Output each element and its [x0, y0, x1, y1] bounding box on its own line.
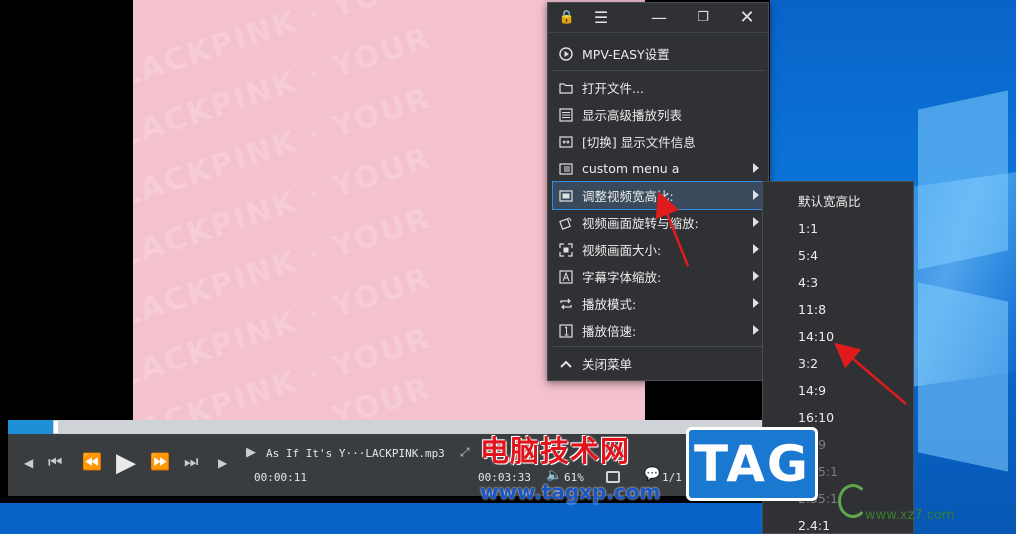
file-title: As If It's Y···LACKPINK.mp3	[266, 447, 445, 460]
maximize-icon[interactable]: ❐	[690, 7, 716, 29]
fullscreen-icon[interactable]: ⤢	[460, 445, 470, 460]
speed-icon	[558, 323, 574, 338]
menu-item-aspect-ratio[interactable]: 调整视频宽高比:	[552, 181, 766, 210]
menu-item-video-size[interactable]: 视频画面大小:	[553, 236, 765, 263]
submenu-item-ratio[interactable]: 4:3	[763, 269, 913, 296]
windows-logo-pane	[918, 282, 1008, 472]
rotate-icon	[558, 216, 574, 230]
menu-item-label: 关闭菜单	[582, 357, 633, 372]
submenu-arrow-icon	[753, 271, 759, 281]
menu-item-playback-speed[interactable]: 播放倍速:	[553, 317, 765, 344]
submenu-arrow-icon	[753, 190, 759, 200]
menu-item-subtitle-scale[interactable]: 字幕字体缩放:	[553, 263, 765, 290]
submenu-arrow-icon	[753, 244, 759, 254]
menu-divider	[553, 346, 765, 347]
skip-forward-icon[interactable]: ⏭	[184, 452, 198, 472]
hamburger-menu-icon[interactable]: ☰	[588, 7, 614, 29]
desktop-bottom-strip	[0, 503, 770, 534]
submenu-item-ratio[interactable]: 1:1	[763, 215, 913, 242]
submenu-item-ratio-14-10[interactable]: 14:10	[763, 323, 913, 350]
folder-icon	[558, 81, 574, 95]
menu-item-label: [切换] 显示文件信息	[582, 135, 696, 150]
mpv-easy-menu: 🔒 ☰ — ❐ ✕ MPV-EASY设置 打开文件... 显示高级播放列表 [切…	[547, 2, 769, 381]
seek-progress	[8, 420, 54, 434]
site-watermark-title: 电脑技术网	[480, 434, 631, 468]
menu-item-advanced-playlist[interactable]: 显示高级播放列表	[553, 101, 765, 128]
corner-logo-icon	[838, 484, 868, 518]
chevron-up-icon	[558, 357, 574, 371]
fast-forward-icon[interactable]: ⏩	[150, 452, 170, 471]
menu-item-label: 字幕字体缩放:	[582, 270, 662, 285]
play-icon[interactable]: ▶	[116, 448, 136, 478]
prev-chapter-icon[interactable]: ◀	[24, 456, 33, 470]
menu-item-label: 调整视频宽高比:	[582, 189, 674, 204]
aspect-ratio-icon	[558, 189, 574, 203]
windows-logo-pane	[918, 90, 1008, 270]
resize-icon	[558, 242, 574, 257]
menu-item-label: custom menu a	[582, 161, 680, 176]
menu-item-label: 视频画面旋转与缩放:	[582, 216, 699, 231]
info-toggle-icon	[558, 135, 574, 149]
submenu-item-ratio[interactable]: 14:9	[763, 377, 913, 404]
menu-item-custom-menu[interactable]: custom menu a	[553, 155, 765, 182]
site-watermark: 电脑技术网 www.tagxp.com	[476, 428, 686, 506]
site-watermark-url: www.tagxp.com	[480, 480, 661, 504]
minimize-icon[interactable]: —	[646, 7, 672, 29]
rewind-icon[interactable]: ⏪	[82, 452, 102, 471]
media-type-icon: ▶	[246, 445, 256, 460]
next-chapter-icon[interactable]: ▶	[218, 456, 227, 470]
lock-icon[interactable]: 🔒	[554, 7, 580, 29]
menu-item-label: 打开文件...	[582, 81, 644, 96]
submenu-item-ratio[interactable]: 11:8	[763, 296, 913, 323]
submenu-arrow-icon	[753, 298, 759, 308]
menu-item-label: 显示高级播放列表	[582, 108, 683, 123]
menu-item-label: 播放倍速:	[582, 324, 637, 339]
submenu-item-ratio[interactable]: 5:4	[763, 242, 913, 269]
submenu-arrow-icon	[753, 325, 759, 335]
menu-item-open-file[interactable]: 打开文件...	[553, 74, 765, 101]
submenu-arrow-icon	[753, 217, 759, 227]
menu-titlebar: 🔒 ☰ — ❐ ✕	[548, 3, 768, 33]
custom-menu-icon	[558, 162, 574, 176]
menu-item-close-menu[interactable]: 关闭菜单	[553, 350, 765, 377]
submenu-item-ratio[interactable]: 3:2	[763, 350, 913, 377]
close-icon[interactable]: ✕	[734, 7, 760, 29]
tag-logo: TAG	[686, 427, 818, 501]
menu-item-label: 播放模式:	[582, 297, 637, 312]
list-icon	[558, 107, 574, 122]
repeat-icon	[558, 297, 574, 311]
settings-play-icon	[558, 46, 574, 61]
menu-divider	[553, 70, 765, 71]
menu-item-play-mode[interactable]: 播放模式:	[553, 290, 765, 317]
menu-item-label: 视频画面大小:	[582, 243, 662, 258]
font-scale-icon	[558, 269, 574, 284]
menu-title: MPV-EASY设置	[582, 47, 670, 62]
menu-title-row: MPV-EASY设置	[553, 40, 765, 67]
submenu-arrow-icon	[753, 163, 759, 173]
seek-handle[interactable]	[54, 421, 58, 433]
menu-item-rotate-zoom[interactable]: 视频画面旋转与缩放:	[553, 209, 765, 236]
submenu-item-default[interactable]: 默认宽高比	[763, 188, 913, 215]
skip-back-icon[interactable]: ⏮	[48, 452, 62, 472]
elapsed-time[interactable]: 00:00:11	[254, 471, 307, 484]
corner-watermark-url: www.xz7.com	[865, 508, 955, 523]
menu-item-file-info[interactable]: [切换] 显示文件信息	[553, 128, 765, 155]
